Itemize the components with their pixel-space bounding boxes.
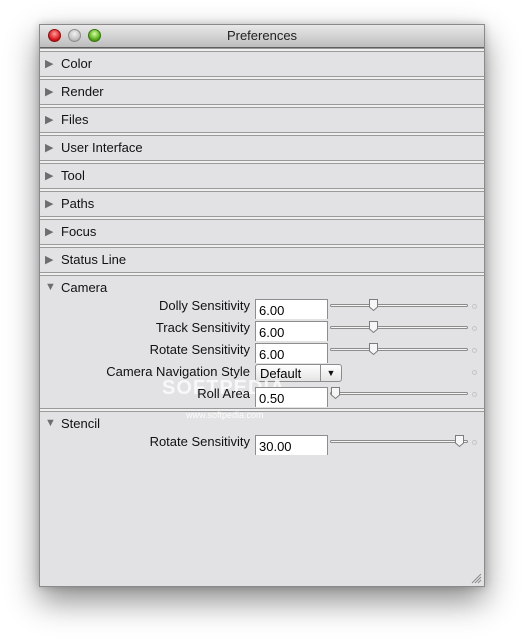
- dolly-sensitivity-row: Dolly Sensitivity 6.00: [40, 296, 484, 319]
- keyframe-dot-icon[interactable]: [472, 392, 477, 397]
- section-focus[interactable]: ▶ Focus: [40, 220, 484, 244]
- rotate-sensitivity-slider[interactable]: [330, 343, 468, 356]
- rotate-sensitivity-field[interactable]: 6.00: [255, 343, 328, 363]
- slider-track[interactable]: [330, 326, 468, 329]
- roll-area-slider[interactable]: [330, 387, 468, 400]
- section-label: Files: [61, 112, 89, 127]
- disclosure-collapsed-icon[interactable]: ▶: [45, 113, 53, 126]
- keyframe-dot-icon[interactable]: [472, 304, 477, 309]
- slider-thumb[interactable]: [368, 342, 379, 356]
- dolly-sensitivity-slider[interactable]: [330, 299, 468, 312]
- roll-area-label: Roll Area: [197, 386, 250, 401]
- disclosure-expanded-icon[interactable]: ▼: [45, 417, 56, 429]
- slider-track[interactable]: [330, 304, 468, 307]
- dolly-sensitivity-label: Dolly Sensitivity: [158, 298, 250, 313]
- stencil-rotate-sensitivity-label: Rotate Sensitivity: [149, 434, 250, 449]
- slider-thumb[interactable]: [368, 298, 379, 312]
- track-sensitivity-field[interactable]: 6.00: [255, 321, 328, 341]
- section-paths[interactable]: ▶ Paths: [40, 192, 484, 216]
- resize-grip-icon[interactable]: [471, 573, 482, 584]
- window-title: Preferences: [226, 28, 298, 43]
- section-label: Tool: [61, 168, 85, 183]
- section-label: Render: [61, 84, 104, 99]
- roll-area-row: Roll Area 0.50: [40, 384, 484, 407]
- slider-thumb[interactable]: [454, 434, 465, 448]
- section-label: Stencil: [61, 416, 101, 431]
- track-sensitivity-row: Track Sensitivity 6.00: [40, 318, 484, 341]
- title-bar[interactable]: Preferences: [40, 25, 484, 48]
- disclosure-collapsed-icon[interactable]: ▶: [45, 141, 53, 154]
- disclosure-collapsed-icon[interactable]: ▶: [45, 169, 53, 182]
- preferences-window: Preferences ▶ Color ▶ Render ▶ Files ▶ U…: [39, 24, 485, 587]
- section-label: Status Line: [61, 252, 127, 267]
- keyframe-dot-icon[interactable]: [472, 348, 477, 353]
- disclosure-expanded-icon[interactable]: ▼: [45, 281, 56, 293]
- rotate-sensitivity-row: Rotate Sensitivity 6.00: [40, 340, 484, 363]
- keyframe-dot-icon[interactable]: [472, 440, 477, 445]
- stencil-rotate-sensitivity-row: Rotate Sensitivity 30.00: [40, 432, 484, 455]
- track-sensitivity-label: Track Sensitivity: [155, 320, 250, 335]
- section-user-interface[interactable]: ▶ User Interface: [40, 136, 484, 160]
- slider-track[interactable]: [330, 392, 468, 395]
- section-label: Paths: [61, 196, 95, 211]
- section-color[interactable]: ▶ Color: [40, 52, 484, 76]
- section-tool[interactable]: ▶ Tool: [40, 164, 484, 188]
- dropdown-arrow-icon[interactable]: ▼: [320, 365, 341, 381]
- disclosure-collapsed-icon[interactable]: ▶: [45, 57, 53, 70]
- disclosure-collapsed-icon[interactable]: ▶: [45, 253, 53, 266]
- slider-track[interactable]: [330, 348, 468, 351]
- slider-track[interactable]: [330, 440, 468, 443]
- rotate-sensitivity-label: Rotate Sensitivity: [149, 342, 250, 357]
- section-status-line[interactable]: ▶ Status Line: [40, 248, 484, 272]
- section-label: Color: [61, 56, 93, 71]
- track-sensitivity-slider[interactable]: [330, 321, 468, 334]
- roll-area-field[interactable]: 0.50: [255, 387, 328, 407]
- disclosure-collapsed-icon[interactable]: ▶: [45, 197, 53, 210]
- section-render[interactable]: ▶ Render: [40, 80, 484, 104]
- slider-thumb[interactable]: [368, 320, 379, 334]
- slider-thumb[interactable]: [330, 386, 341, 400]
- keyframe-dot-icon[interactable]: [472, 326, 477, 331]
- keyframe-dot-icon[interactable]: [472, 370, 477, 375]
- disclosure-collapsed-icon[interactable]: ▶: [45, 85, 53, 98]
- section-label: Focus: [61, 224, 97, 239]
- section-files[interactable]: ▶ Files: [40, 108, 484, 132]
- section-label: User Interface: [61, 140, 143, 155]
- dolly-sensitivity-field[interactable]: 6.00: [255, 299, 328, 319]
- disclosure-collapsed-icon[interactable]: ▶: [45, 225, 53, 238]
- stencil-rotate-sensitivity-slider[interactable]: [330, 435, 468, 448]
- stencil-rotate-sensitivity-field[interactable]: 30.00: [255, 435, 328, 455]
- section-label: Camera: [61, 280, 108, 295]
